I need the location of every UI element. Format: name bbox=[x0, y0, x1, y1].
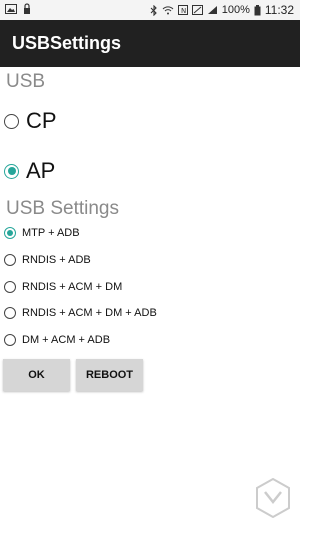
ok-button[interactable]: OK bbox=[3, 359, 70, 391]
radio-cp[interactable]: CP bbox=[4, 108, 57, 134]
mute-icon bbox=[191, 5, 203, 15]
reboot-button[interactable]: REBOOT bbox=[76, 359, 143, 391]
battery-icon bbox=[254, 4, 261, 16]
radio-circle[interactable] bbox=[4, 163, 19, 179]
app-title: USBSettings bbox=[12, 33, 122, 53]
clock: 11:32 bbox=[264, 3, 294, 17]
radio-rndis-adb[interactable]: RNDIS + ADB bbox=[4, 254, 91, 266]
radio-circle[interactable] bbox=[4, 254, 16, 266]
app-bar: USBSettings bbox=[0, 20, 300, 67]
radio-circle[interactable] bbox=[4, 334, 16, 346]
radio-circle[interactable] bbox=[4, 227, 16, 239]
nfc-icon: N bbox=[177, 5, 188, 15]
radio-dm-acm-adb-label: DM + ACM + ADB bbox=[22, 334, 111, 346]
image-icon bbox=[5, 3, 17, 17]
lock-icon bbox=[23, 3, 31, 17]
radio-ap[interactable]: AP bbox=[4, 158, 55, 184]
battery-percent: 100% bbox=[221, 4, 250, 16]
watermark-logo bbox=[255, 477, 291, 519]
svg-text:N: N bbox=[181, 7, 186, 15]
radio-rndis-acm-dm-label: RNDIS + ACM + DM bbox=[22, 281, 123, 293]
radio-ap-label: AP bbox=[26, 158, 56, 183]
bluetooth-icon bbox=[150, 4, 158, 16]
radio-rndis-adb-label: RNDIS + ADB bbox=[22, 254, 91, 266]
usb-section-label: USB bbox=[6, 71, 46, 92]
status-bar: N 100% 11:32 bbox=[0, 0, 300, 20]
radio-mtp-adb[interactable]: MTP + ADB bbox=[4, 227, 80, 239]
signal-icon bbox=[207, 5, 218, 15]
usb-settings-section-label: USB Settings bbox=[6, 198, 119, 219]
radio-mtp-adb-label: MTP + ADB bbox=[22, 227, 80, 239]
radio-circle[interactable] bbox=[4, 113, 19, 129]
radio-circle[interactable] bbox=[4, 281, 16, 293]
radio-rndis-acm-dm-adb-label: RNDIS + ACM + DM + ADB bbox=[22, 307, 157, 319]
wifi-icon bbox=[162, 5, 174, 15]
radio-rndis-acm-dm[interactable]: RNDIS + ACM + DM bbox=[4, 281, 122, 293]
radio-dm-acm-adb[interactable]: DM + ACM + ADB bbox=[4, 334, 110, 346]
radio-rndis-acm-dm-adb[interactable]: RNDIS + ACM + DM + ADB bbox=[4, 307, 157, 319]
radio-circle[interactable] bbox=[4, 307, 16, 319]
radio-cp-label: CP bbox=[26, 108, 57, 133]
